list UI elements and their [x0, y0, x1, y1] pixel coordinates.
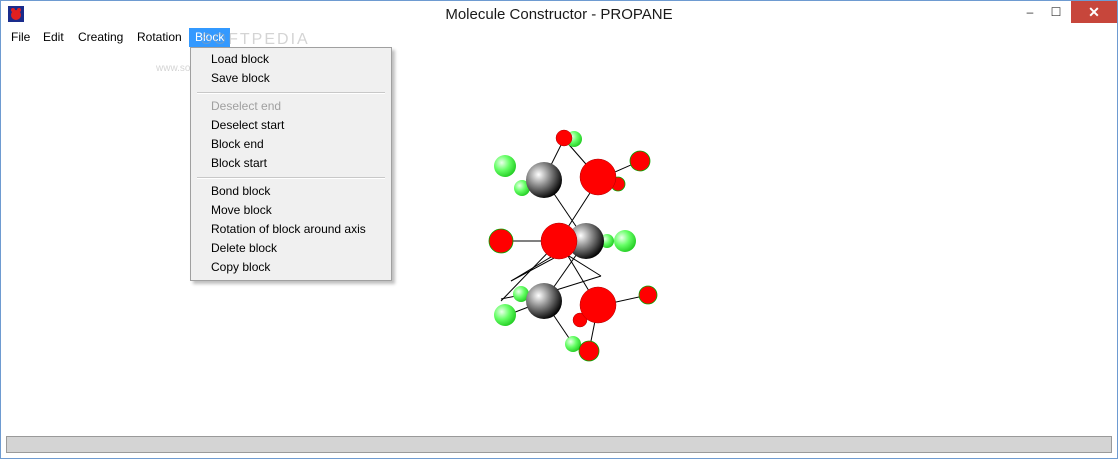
- menu-bar: File Edit Creating Rotation Block: [1, 28, 1117, 48]
- oxygen-atom: [579, 286, 617, 324]
- hydrogen-atom: [494, 155, 516, 177]
- block-menu-dropdown: Load block Save block Deselect end Desel…: [190, 47, 392, 281]
- minimize-button[interactable]: –: [1019, 1, 1041, 23]
- oxygen-atom: [578, 340, 600, 362]
- menu-separator: [197, 177, 385, 179]
- oxygen-atom: [488, 228, 514, 254]
- menu-item-block-start[interactable]: Block start: [211, 156, 267, 170]
- menu-item-move-block[interactable]: Move block: [211, 203, 272, 217]
- hydrogen-atom: [565, 336, 581, 352]
- hydrogen-atom: [494, 304, 516, 326]
- menu-item-save-block[interactable]: Save block: [211, 71, 270, 85]
- menu-item-block-end[interactable]: Block end: [211, 137, 264, 151]
- carbon-atom: [526, 283, 562, 319]
- oxygen-atom: [579, 158, 617, 196]
- menu-item-copy-block[interactable]: Copy block: [211, 260, 270, 274]
- menu-item-delete-block[interactable]: Delete block: [211, 241, 277, 255]
- molecule-canvas[interactable]: [1, 47, 1117, 436]
- hydrogen-atom: [614, 230, 636, 252]
- menu-creating[interactable]: Creating: [72, 28, 129, 47]
- oxygen-atom: [629, 150, 651, 172]
- oxygen-atom: [638, 285, 658, 305]
- atoms[interactable]: [488, 129, 658, 362]
- menu-item-deselect-end: Deselect end: [211, 99, 282, 113]
- menu-item-load-block[interactable]: Load block: [211, 52, 269, 66]
- oxygen-atom: [555, 129, 573, 147]
- title-bar[interactable]: Molecule Constructor - PROPANE – ☐ ✕: [1, 1, 1117, 28]
- menu-item-rotation-around-axis[interactable]: Rotation of block around axis: [211, 222, 366, 236]
- molecule-view[interactable]: [1, 47, 1117, 436]
- menu-item-deselect-start[interactable]: Deselect start: [211, 118, 284, 132]
- app-window: Molecule Constructor - PROPANE – ☐ ✕ Fil…: [0, 0, 1118, 459]
- status-bar: [6, 436, 1112, 453]
- menu-item-bond-block[interactable]: Bond block: [211, 184, 270, 198]
- window-title: Molecule Constructor - PROPANE: [445, 6, 673, 23]
- menu-separator: [197, 92, 385, 94]
- menu-file[interactable]: File: [5, 28, 36, 47]
- carbon-atom: [526, 162, 562, 198]
- oxygen-atom: [540, 222, 578, 260]
- menu-rotation[interactable]: Rotation: [131, 28, 188, 47]
- close-button[interactable]: ✕: [1071, 1, 1117, 23]
- menu-edit[interactable]: Edit: [37, 28, 70, 47]
- maximize-button[interactable]: ☐: [1043, 1, 1069, 23]
